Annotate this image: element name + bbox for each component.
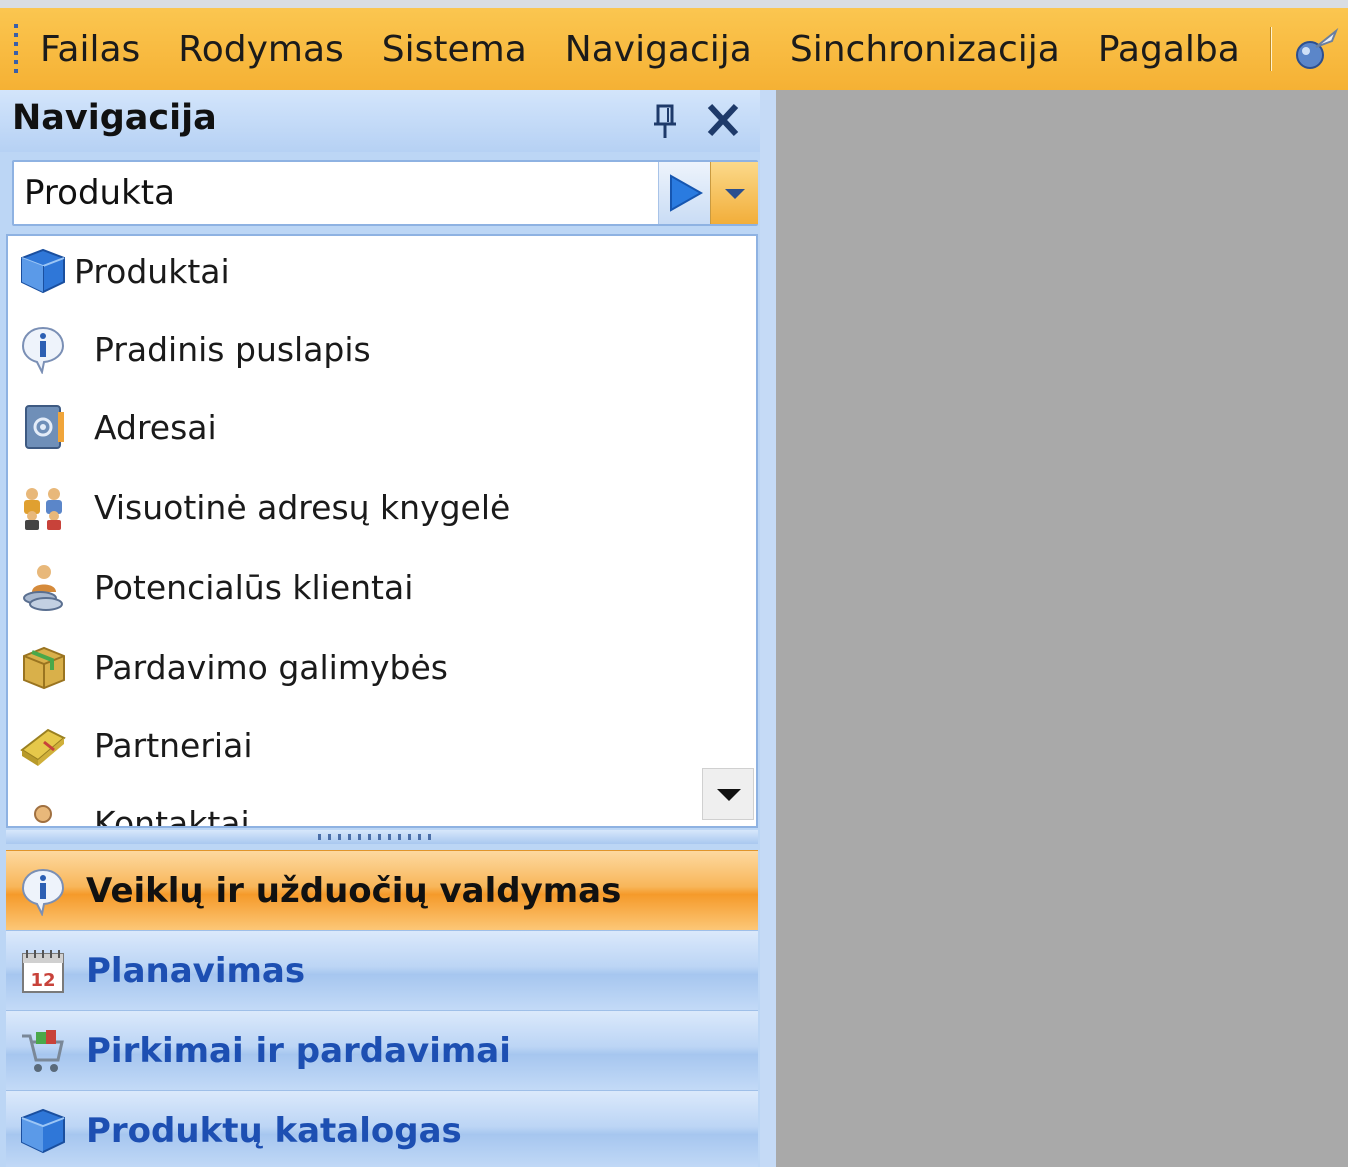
menu-bar: Failas Rodymas Sistema Navigacija Sinchr… bbox=[0, 0, 1348, 90]
panel-splitter[interactable] bbox=[6, 830, 758, 844]
list-item-label: Produktai bbox=[74, 251, 230, 291]
section-veiklu-ir-uzduociu-valdymas[interactable]: Veiklų ir užduočių valdymas bbox=[6, 850, 758, 930]
info-icon bbox=[21, 868, 65, 916]
shopping-cart-icon bbox=[22, 1029, 64, 1072]
calendar-icon: 12 bbox=[22, 949, 64, 993]
list-item-visuotine-adresu-knygele[interactable]: Visuotinė adresų knygelė bbox=[8, 472, 748, 542]
list-item-label: Adresai bbox=[94, 407, 217, 447]
section-label: Produktų katalogas bbox=[86, 1110, 462, 1151]
pin-icon[interactable] bbox=[650, 102, 680, 140]
list-item-label: Kontaktai bbox=[94, 803, 250, 828]
list-item-partneriai[interactable]: Partneriai bbox=[8, 710, 748, 780]
list-item-label: Pardavimo galimybės bbox=[94, 647, 448, 687]
address-book-icon bbox=[25, 405, 64, 449]
section-label: Planavimas bbox=[86, 950, 306, 991]
menu-pagalba[interactable]: Pagalba bbox=[1098, 29, 1240, 70]
menu-sinchronizacija[interactable]: Sinchronizacija bbox=[790, 29, 1060, 70]
list-item-pardavimo-galimybes[interactable]: Pardavimo galimybės bbox=[8, 632, 748, 702]
section-label: Pirkimai ir pardavimai bbox=[86, 1030, 511, 1071]
list-item-label: Pradinis puslapis bbox=[94, 329, 371, 369]
help-pointer-icon[interactable] bbox=[1292, 25, 1340, 73]
list-item-label: Visuotinė adresų knygelė bbox=[94, 487, 511, 527]
section-produktu-katalogas[interactable]: Produktų katalogas bbox=[6, 1090, 758, 1167]
list-item-adresai[interactable]: Adresai bbox=[8, 392, 748, 462]
close-icon[interactable] bbox=[704, 100, 742, 140]
toolbar-grip-handle[interactable] bbox=[14, 24, 18, 74]
handshake-book-icon bbox=[20, 728, 66, 766]
navigation-search-box bbox=[12, 160, 758, 226]
navigation-header: Navigacija bbox=[0, 90, 760, 152]
scroll-down-arrow-icon bbox=[717, 789, 741, 801]
list-item-label: Partneriai bbox=[94, 725, 253, 765]
section-planavimas[interactable]: 12 Planavimas bbox=[6, 930, 758, 1010]
search-dropdown-button[interactable] bbox=[710, 162, 758, 224]
list-item-kontaktai[interactable]: Kontaktai bbox=[8, 788, 748, 828]
section-label: Veiklų ir užduočių valdymas bbox=[86, 870, 622, 911]
menu-separator bbox=[1269, 27, 1272, 71]
section-pirkimai-ir-pardavimai[interactable]: Pirkimai ir pardavimai bbox=[6, 1010, 758, 1090]
list-scroll-down-button[interactable] bbox=[702, 768, 754, 820]
menu-rodymas[interactable]: Rodymas bbox=[178, 29, 343, 70]
person-money-icon bbox=[23, 565, 63, 611]
splitter-grip bbox=[318, 834, 434, 840]
info-icon bbox=[21, 326, 65, 374]
navigation-title: Navigacija bbox=[12, 98, 217, 138]
people-group-icon bbox=[24, 488, 62, 530]
contact-person-icon bbox=[34, 805, 52, 823]
cube-icon bbox=[21, 1108, 65, 1153]
play-arrow-icon bbox=[670, 174, 704, 212]
list-item-potencialus-klientai[interactable]: Potencialūs klientai bbox=[8, 552, 748, 622]
workspace-area bbox=[776, 90, 1348, 1167]
navigation-panel: Navigacija Produkta Produktai Pradinis p… bbox=[0, 90, 776, 1167]
menu-failas[interactable]: Failas bbox=[40, 29, 140, 70]
gift-box-icon bbox=[23, 646, 65, 690]
calendar-day: 12 bbox=[30, 970, 55, 991]
menu-sistema[interactable]: Sistema bbox=[382, 29, 527, 70]
menu-navigacija[interactable]: Navigacija bbox=[565, 29, 752, 70]
chevron-down-icon bbox=[725, 189, 745, 199]
search-go-button[interactable] bbox=[658, 162, 710, 224]
navigation-list: Produktai Pradinis puslapis Adresai Visu… bbox=[6, 234, 758, 828]
navigation-search-input[interactable] bbox=[24, 168, 654, 218]
list-item-produktai[interactable]: Produktai bbox=[8, 236, 748, 306]
list-item-pradinis-puslapis[interactable]: Pradinis puslapis bbox=[8, 314, 748, 384]
list-item-label: Potencialūs klientai bbox=[94, 567, 414, 607]
cube-icon bbox=[21, 248, 65, 294]
